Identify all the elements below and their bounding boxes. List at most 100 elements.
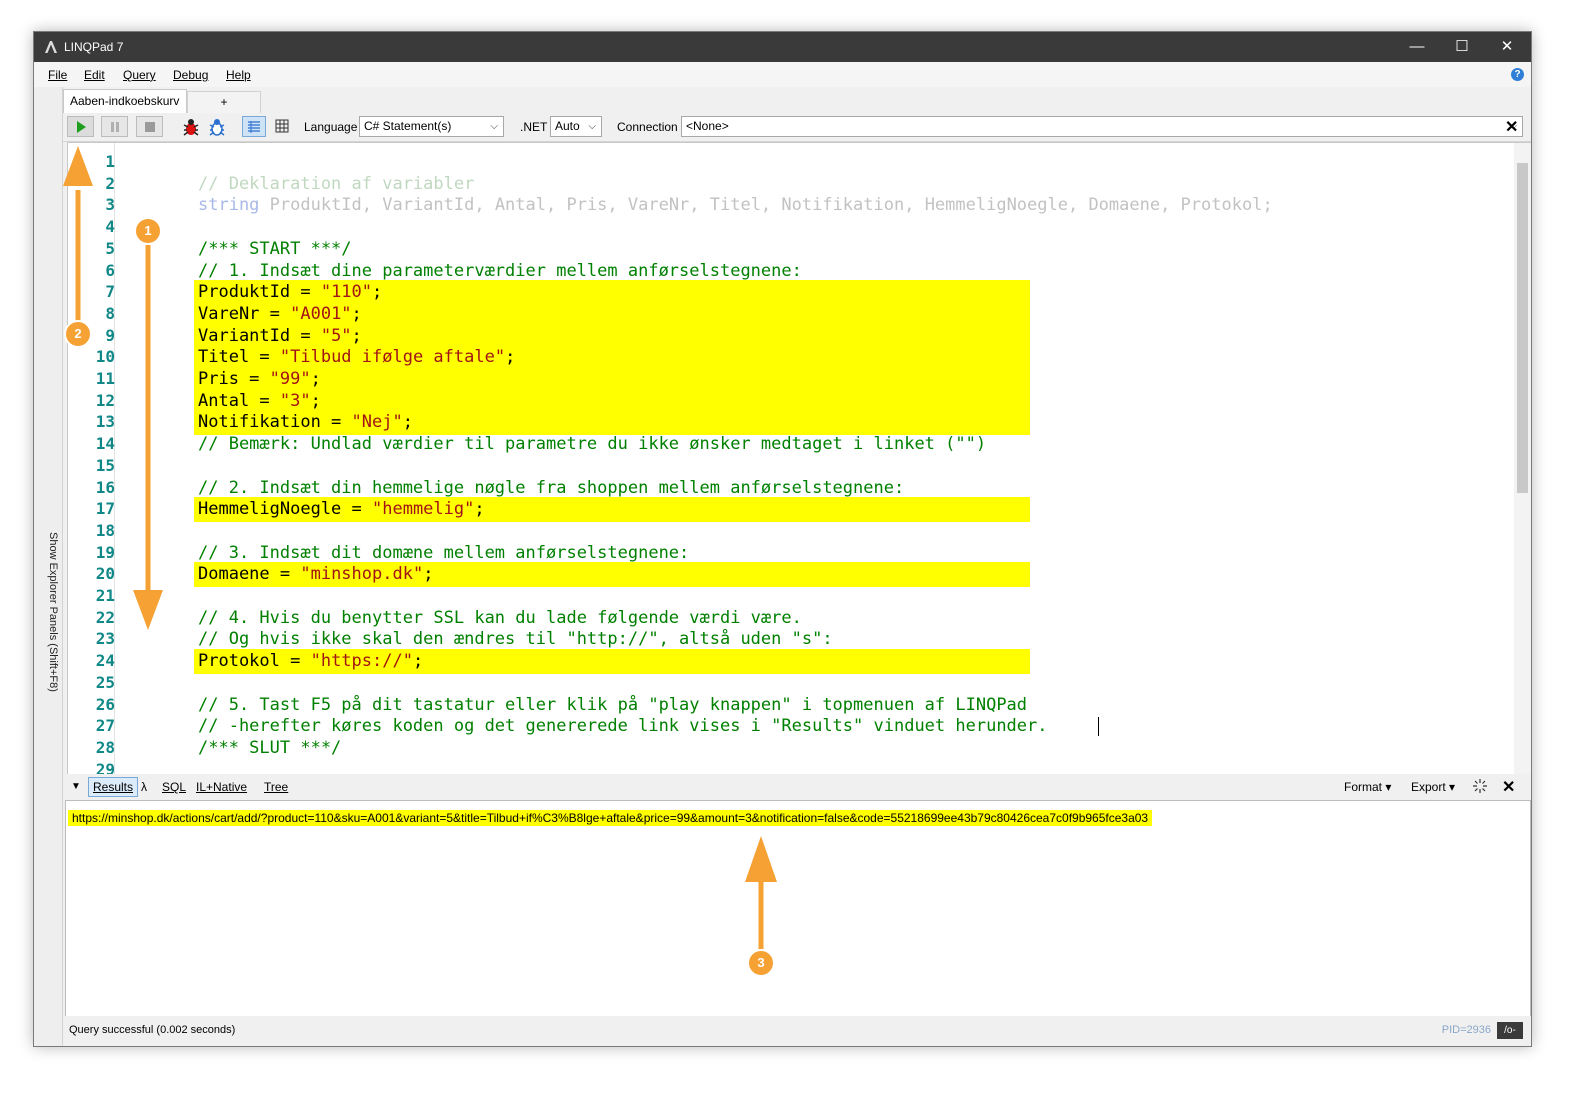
code-line[interactable]: /*** SLUT ***/ <box>198 737 341 759</box>
result-url[interactable]: https://minshop.dk/actions/cart/add/?pro… <box>68 810 1153 826</box>
minimize-button[interactable]: — <box>1394 32 1440 62</box>
string-literal: "99" <box>269 369 311 389</box>
pause-icon <box>110 122 119 132</box>
line-number: 10 <box>95 347 115 367</box>
code-line[interactable]: // Og hvis ikke skal den ændres til "htt… <box>198 628 833 650</box>
window-title: LINQPad 7 <box>64 40 124 54</box>
code-line[interactable]: // 2. Indsæt din hemmelige nøgle fra sho… <box>198 477 904 499</box>
code-line[interactable]: // 5. Tast F5 på dit tastatur eller klik… <box>198 694 1027 716</box>
code-line[interactable]: Protokol = "https://"; <box>198 650 423 672</box>
line-number: 1 <box>105 152 115 171</box>
line-number: 3 <box>105 195 115 215</box>
sparkle-icon[interactable] <box>1472 778 1488 799</box>
menu-help[interactable]: Help <box>226 68 251 82</box>
code-line[interactable]: ProduktId = "110"; <box>198 281 382 303</box>
debug-bug-icon[interactable] <box>181 117 201 142</box>
variable-name: VariantId = <box>198 325 321 346</box>
new-tab-button[interactable]: + <box>187 91 261 113</box>
line-number: 27 <box>95 716 115 736</box>
code-line[interactable]: VariantId = "5"; <box>198 325 362 347</box>
code-line[interactable]: // 1. Indsæt dine parameterværdier melle… <box>198 260 802 282</box>
editor-scrollbar[interactable] <box>1514 143 1531 775</box>
code-line[interactable]: Titel = "Tilbud ifølge aftale"; <box>198 346 515 368</box>
maximize-button[interactable]: ☐ <box>1439 32 1485 62</box>
linqpad-window: LINQPad 7 — ☐ ✕ File Edit Query Debug He… <box>33 31 1532 1047</box>
line-number: 17 <box>95 499 115 519</box>
code-line[interactable]: Antal = "3"; <box>198 390 321 412</box>
explorer-panel-toggle[interactable]: Show Explorer Panels (Shift+F8) <box>34 87 63 1046</box>
line-number: 12 <box>95 390 115 410</box>
line-number: 19 <box>95 542 115 562</box>
format-menu[interactable]: Format ▾ <box>1344 780 1391 794</box>
string-literal: "Nej" <box>351 412 403 433</box>
results-tab[interactable]: Results <box>88 777 139 797</box>
variable-name: ProduktId = <box>198 282 321 303</box>
line-number: 15 <box>95 455 115 475</box>
variable-name: Notifikation = <box>198 412 352 433</box>
debug-step-bug-icon[interactable] <box>207 117 227 142</box>
editor-scroll-thumb[interactable] <box>1517 163 1528 493</box>
line-number: 5 <box>105 238 115 258</box>
tab-aaben-indkoebskurv[interactable]: Aaben-indkoebskurv <box>63 89 187 113</box>
variable-name: Protokol = <box>198 651 311 672</box>
results-grid-button[interactable] <box>270 116 294 137</box>
query-tabs: Aaben-indkoebskurv + <box>63 87 1531 113</box>
code-line[interactable]: string ProduktId, VariantId, Antal, Pris… <box>198 194 1273 216</box>
il-native-tab[interactable]: IL+Native <box>196 780 247 794</box>
menu-edit[interactable]: Edit <box>84 68 105 82</box>
line-number: 22 <box>95 607 115 627</box>
annotation-badge-3: 3 <box>747 949 775 977</box>
code-line[interactable]: // Deklaration af variabler <box>198 173 474 195</box>
language-select[interactable]: C# Statement(s) ⌵ <box>359 116 504 137</box>
string-literal: "5" <box>320 325 352 346</box>
menu-bar: File Edit Query Debug Help ? <box>34 62 1531 87</box>
close-results-button[interactable]: ✕ <box>1502 777 1515 797</box>
pause-button[interactable] <box>101 116 128 137</box>
code-line[interactable]: // 4. Hvis du benytter SSL kan du lade f… <box>198 607 802 629</box>
sql-tab[interactable]: SQL <box>162 780 186 794</box>
cancel-process-button[interactable]: /o- <box>1497 1022 1523 1039</box>
line-number: 28 <box>95 737 115 757</box>
string-literal: "A001" <box>290 303 352 324</box>
line-number: 21 <box>95 586 115 605</box>
stop-icon <box>144 122 155 132</box>
code-line[interactable]: Notifikation = "Nej"; <box>198 411 413 433</box>
tree-tab[interactable]: Tree <box>264 780 288 794</box>
line-number: 4 <box>105 217 115 237</box>
run-button[interactable] <box>67 116 94 137</box>
stop-button[interactable] <box>136 116 163 137</box>
close-query-button[interactable]: ✕ <box>1505 117 1518 137</box>
line-number: 2 <box>105 173 115 193</box>
chevron-down-icon: ⌵ <box>588 121 596 132</box>
code-line[interactable]: // Bemærk: Undlad værdier til parametre … <box>198 433 986 455</box>
variable-name: Pris = <box>198 369 270 389</box>
code-line[interactable]: // 3. Indsæt dit domæne mellem anførsels… <box>198 542 689 564</box>
code-line[interactable]: VareNr = "A001"; <box>198 303 362 325</box>
code-line[interactable]: // -herefter køres koden og det generere… <box>198 715 1048 737</box>
results-rich-text-button[interactable] <box>242 116 266 137</box>
keyword: string <box>198 195 260 216</box>
language-value: C# Statement(s) <box>364 119 452 133</box>
code-line[interactable]: Pris = "99"; <box>198 368 321 390</box>
help-icon[interactable]: ? <box>1511 68 1524 81</box>
code-editor[interactable]: // Deklaration af variabler string Produk… <box>67 142 1531 776</box>
collapse-results-icon[interactable]: ▼ <box>71 781 81 792</box>
list-view-icon <box>248 121 260 133</box>
results-toolbar: ▼ Results λ SQL IL+Native Tree Format ▾ … <box>63 774 1531 800</box>
line-number: 20 <box>95 564 115 584</box>
line-number: 26 <box>95 694 115 714</box>
export-menu[interactable]: Export ▾ <box>1411 780 1455 794</box>
lambda-tab[interactable]: λ <box>141 780 147 794</box>
grid-view-icon <box>275 119 289 133</box>
net-select[interactable]: Auto ⌵ <box>550 116 602 137</box>
menu-debug[interactable]: Debug <box>173 68 208 82</box>
code-line[interactable]: Domaene = "minshop.dk"; <box>198 563 433 585</box>
connection-select[interactable]: <None> ⌵ <box>681 116 1523 137</box>
net-value: Auto <box>555 119 580 133</box>
code-line[interactable]: /*** START ***/ <box>198 238 352 260</box>
menu-file[interactable]: File <box>48 68 67 82</box>
menu-query[interactable]: Query <box>123 68 156 82</box>
close-window-button[interactable]: ✕ <box>1484 32 1530 62</box>
code-line[interactable]: HemmeligNoegle = "hemmelig"; <box>198 498 485 520</box>
line-number: 13 <box>95 412 115 432</box>
